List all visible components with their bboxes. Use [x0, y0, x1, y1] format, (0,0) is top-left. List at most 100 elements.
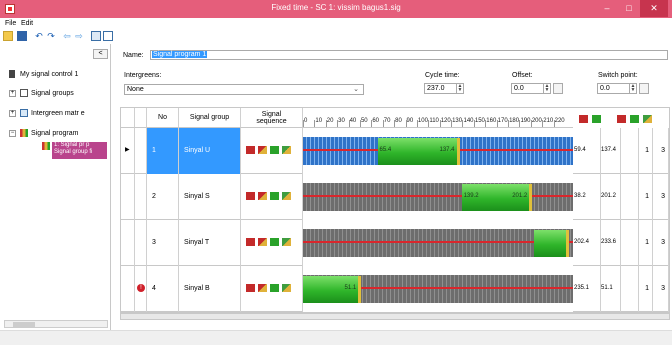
- no-cell[interactable]: 3: [147, 220, 179, 266]
- spinner-icon[interactable]: ▲ ▼: [543, 84, 550, 93]
- no-cell[interactable]: 2: [147, 174, 179, 220]
- column-b-cell[interactable]: 3: [653, 128, 669, 174]
- spinner-icon[interactable]: ▲ ▼: [456, 84, 463, 93]
- maximize-button[interactable]: □: [618, 0, 640, 17]
- green-signal-icon[interactable]: [592, 115, 601, 123]
- tree-selected-program[interactable]: 1: Signal pr p Signal group fi: [52, 142, 107, 159]
- tree-signal-program[interactable]: Signal program: [31, 130, 78, 137]
- column-b-cell[interactable]: 3: [653, 220, 669, 266]
- layout-alt-icon[interactable]: [103, 31, 113, 41]
- scrollbar-thumb[interactable]: [13, 322, 35, 327]
- row-selector[interactable]: [121, 266, 135, 312]
- undo-icon[interactable]: ↶: [34, 31, 44, 41]
- signal-timeline[interactable]: [303, 220, 573, 266]
- green-end-cell[interactable]: 235.1: [573, 266, 601, 312]
- duration-cell[interactable]: 137.4: [601, 128, 621, 174]
- intergreens-dropdown[interactable]: None ⌄: [124, 84, 364, 95]
- column-signal-group[interactable]: Signal group: [179, 108, 241, 128]
- duration-cell[interactable]: 233.6: [601, 220, 621, 266]
- green-end-cell[interactable]: 38.2: [573, 174, 601, 220]
- spinner-icon[interactable]: ▲ ▼: [629, 84, 636, 93]
- warning-icon[interactable]: !: [137, 284, 145, 292]
- signal-timeline[interactable]: 65.4 137.4: [303, 128, 573, 174]
- tree-intergreen[interactable]: Intergreen matr e: [31, 110, 85, 117]
- column-a-cell[interactable]: 1: [639, 220, 653, 266]
- row-selector[interactable]: ▶: [121, 128, 135, 174]
- cycle-time-field[interactable]: 237.0 ▲ ▼: [424, 83, 464, 94]
- warning-cell: [135, 174, 147, 220]
- tree-root[interactable]: My signal control 1: [20, 71, 78, 78]
- tree-signal-groups[interactable]: Signal groups: [31, 90, 74, 97]
- column-a-cell[interactable]: 1: [639, 174, 653, 220]
- column-no[interactable]: No: [147, 108, 179, 128]
- collapse-node-icon[interactable]: −: [9, 130, 16, 137]
- new-icon[interactable]: [3, 31, 13, 41]
- duration-cell[interactable]: 201.2: [601, 174, 621, 220]
- duration-cell[interactable]: 51.1: [601, 266, 621, 312]
- green-start-label: 65.4: [379, 147, 392, 153]
- offset-field[interactable]: 0.0 ▲ ▼: [511, 83, 551, 94]
- save-icon[interactable]: [17, 31, 27, 41]
- green-signal-icon[interactable]: [630, 115, 639, 123]
- timeline-tick: [371, 120, 373, 127]
- column-a-cell[interactable]: 1: [639, 266, 653, 312]
- no-cell[interactable]: 4: [147, 266, 179, 312]
- signal-sequence-cell[interactable]: [241, 174, 303, 220]
- timeline-tick: [519, 120, 521, 127]
- signal-sequence-cell[interactable]: [241, 128, 303, 174]
- column-b-cell[interactable]: 3: [653, 266, 669, 312]
- green-end-cell[interactable]: 202.4: [573, 220, 601, 266]
- redo-icon[interactable]: ↷: [46, 31, 56, 41]
- switch-point-field[interactable]: 0.0 ▲ ▼: [597, 83, 637, 94]
- menu-edit[interactable]: Edit: [21, 20, 33, 27]
- table-row[interactable]: ! 4 Sinyal B 51.1 235.1 51.1 1 3: [121, 266, 669, 312]
- signal-sequence-cell[interactable]: [241, 266, 303, 312]
- green-end-cell[interactable]: 59.4: [573, 128, 601, 174]
- menu-file[interactable]: File: [5, 20, 16, 27]
- green-phase-bar[interactable]: [533, 230, 570, 257]
- red-signal-icon[interactable]: [617, 115, 626, 123]
- blank-cell[interactable]: [621, 266, 639, 312]
- expand-icon[interactable]: +: [9, 110, 16, 117]
- close-button[interactable]: ✕: [640, 0, 668, 17]
- green-phase-bar[interactable]: 65.4 137.4: [377, 138, 460, 165]
- column-signal-sequence[interactable]: Signal sequence: [241, 108, 303, 128]
- signal-group-cell[interactable]: Sinyal S: [179, 174, 241, 220]
- red-signal-icon[interactable]: [579, 115, 588, 123]
- blank-cell[interactable]: [621, 128, 639, 174]
- collapse-button[interactable]: <: [93, 49, 108, 59]
- expand-icon[interactable]: +: [9, 90, 16, 97]
- column-a-cell[interactable]: 1: [639, 128, 653, 174]
- switch-point-button[interactable]: [639, 83, 649, 94]
- back-icon[interactable]: ⇦: [62, 31, 72, 41]
- table-row[interactable]: ▶ 1 Sinyal U 65.4 137.4 59.4 137.4 1 3: [121, 128, 669, 174]
- red-amber-signal-icon: [258, 284, 267, 292]
- signal-group-cell[interactable]: Sinyal B: [179, 266, 241, 312]
- forward-icon[interactable]: ⇨: [74, 31, 84, 41]
- signal-sequence-cell[interactable]: [241, 220, 303, 266]
- minimize-button[interactable]: –: [596, 0, 618, 17]
- grid-horizontal-scrollbar[interactable]: [120, 313, 670, 320]
- row-number: 3: [152, 239, 156, 246]
- signal-group-cell[interactable]: Sinyal T: [179, 220, 241, 266]
- table-row[interactable]: 3 Sinyal T 202.4 233.6 1 3: [121, 220, 669, 266]
- offset-button[interactable]: [553, 83, 563, 94]
- blank-cell[interactable]: [621, 220, 639, 266]
- timeline-tick: [314, 120, 316, 127]
- layout-icon[interactable]: [91, 31, 101, 41]
- signal-timeline[interactable]: 51.1: [303, 266, 573, 312]
- column-b-cell[interactable]: 3: [653, 174, 669, 220]
- table-row[interactable]: 2 Sinyal S 139.2 201.2 38.2 201.2 1 3: [121, 174, 669, 220]
- timeline-tick-label: 100: [417, 118, 428, 124]
- amber-signal-icon[interactable]: [643, 115, 652, 123]
- signal-group-cell[interactable]: Sinyal U: [179, 128, 241, 174]
- tree-horizontal-scrollbar[interactable]: [4, 320, 108, 328]
- green-phase-bar[interactable]: 139.2 201.2: [461, 184, 533, 211]
- no-cell[interactable]: 1: [147, 128, 179, 174]
- row-selector[interactable]: [121, 220, 135, 266]
- name-input[interactable]: Signal program 1: [150, 50, 668, 60]
- signal-timeline[interactable]: 139.2 201.2: [303, 174, 573, 220]
- row-selector[interactable]: [121, 174, 135, 220]
- green-phase-bar[interactable]: 51.1: [303, 276, 362, 303]
- blank-cell[interactable]: [621, 174, 639, 220]
